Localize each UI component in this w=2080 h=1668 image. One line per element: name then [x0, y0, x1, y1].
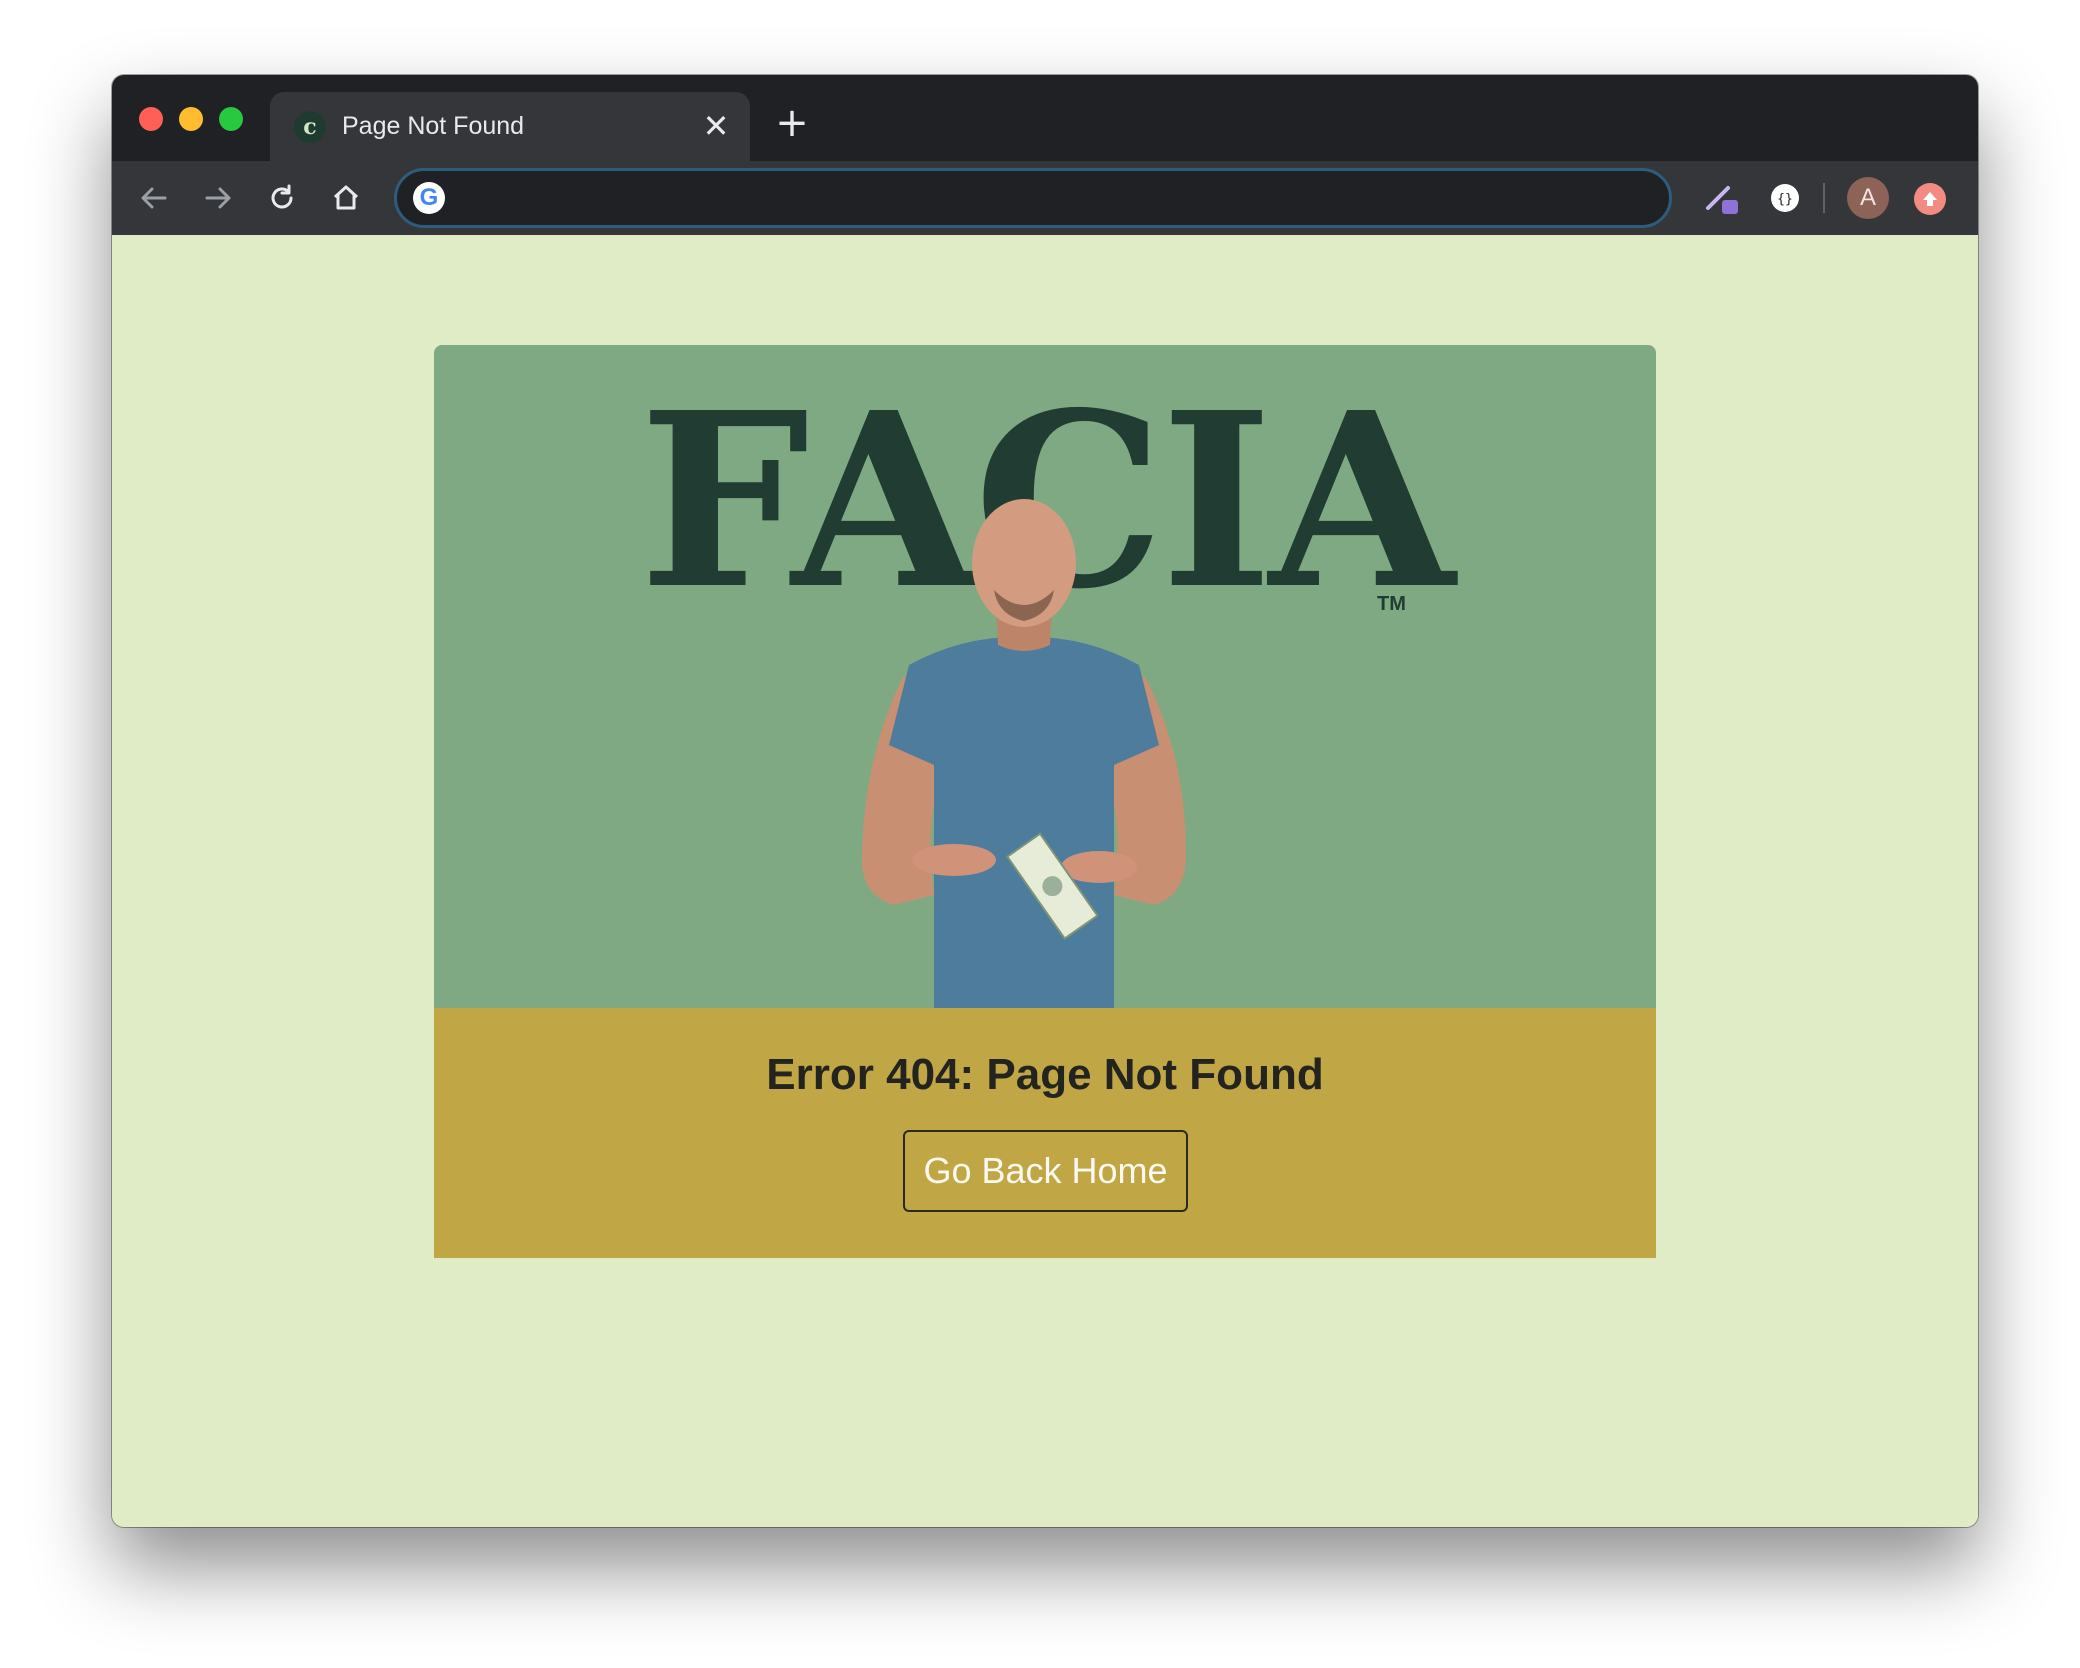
tab-title: Page Not Found	[342, 112, 525, 140]
not-found-card: FACIA TM Error 404: Page Not Found Go Ba…	[434, 345, 1656, 1258]
browser-window: c Page Not Found ✕ + G {} A FACIA TM Err…	[112, 75, 1978, 1527]
browser-toolbar: G {} A	[112, 161, 1978, 235]
google-icon: G	[413, 182, 445, 214]
arrow-up-icon	[1923, 192, 1937, 206]
man-holding-dollar-illustration	[861, 499, 1186, 1008]
toolbar-divider	[1823, 183, 1825, 213]
tab-page-not-found[interactable]: c Page Not Found ✕	[270, 92, 750, 161]
hero-banner: FACIA TM	[434, 345, 1656, 1008]
close-window-button[interactable]	[139, 107, 163, 131]
go-back-home-button[interactable]: Go Back Home	[903, 1130, 1188, 1212]
tab-strip: c Page Not Found ✕ +	[112, 75, 1978, 161]
minimize-window-button[interactable]	[179, 107, 203, 131]
reload-button[interactable]	[259, 175, 305, 221]
new-tab-button[interactable]: +	[772, 103, 812, 143]
forward-button[interactable]	[195, 175, 241, 221]
svg-text:{}: {}	[1777, 192, 1793, 207]
address-bar[interactable]: G	[394, 168, 1672, 228]
url-input[interactable]	[459, 179, 1649, 217]
arrow-left-icon	[141, 187, 167, 209]
extension-json-button[interactable]: {}	[1762, 175, 1808, 221]
home-button[interactable]	[323, 175, 369, 221]
trademark-symbol: TM	[1377, 593, 1406, 615]
extension-eyedropper-button[interactable]	[1699, 175, 1745, 221]
maximize-window-button[interactable]	[219, 107, 243, 131]
update-button[interactable]	[1914, 183, 1946, 215]
reload-icon	[271, 184, 293, 209]
error-title: Error 404: Page Not Found	[766, 1050, 1324, 1099]
arrow-right-icon	[205, 187, 231, 209]
facia-favicon-icon: c	[294, 111, 326, 143]
eyedropper-icon	[1706, 186, 1738, 214]
home-icon	[333, 185, 359, 210]
back-button[interactable]	[131, 175, 177, 221]
error-band: Error 404: Page Not Found Go Back Home	[434, 1008, 1656, 1258]
profile-avatar[interactable]: A	[1847, 177, 1889, 219]
json-braces-icon: {}	[1771, 184, 1799, 212]
close-tab-icon[interactable]: ✕	[698, 107, 734, 145]
page-content: FACIA TM Error 404: Page Not Found Go Ba…	[112, 235, 1978, 1527]
